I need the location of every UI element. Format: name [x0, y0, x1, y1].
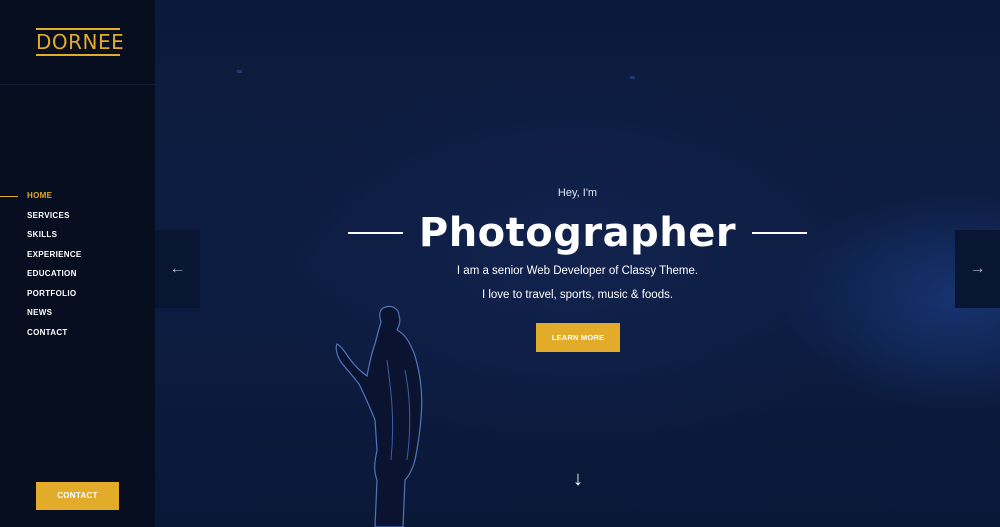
active-indicator [0, 195, 18, 197]
nav-item-portfolio[interactable]: PORTFOLIO [0, 286, 155, 306]
nav-item-skills[interactable]: SKILLS [0, 227, 155, 247]
main-nav: HOME SERVICES SKILLS EXPERIENCE EDUCATIO… [0, 188, 155, 344]
nav-item-label: CONTACT [27, 327, 68, 337]
title-decor-line-left [347, 232, 403, 234]
nav-item-home[interactable]: HOME [0, 188, 155, 208]
background-speck [630, 76, 635, 79]
hero-title: Photographer [418, 210, 737, 256]
title-decor-line-right [752, 232, 808, 234]
nav-item-label: PORTFOLIO [27, 288, 77, 298]
scroll-down-icon[interactable]: ↓ [566, 468, 590, 494]
hero-section: ← → Hey, I'm Photographer I am a senior … [155, 0, 1000, 527]
nav-item-contact[interactable]: CONTACT [0, 325, 155, 345]
nav-item-services[interactable]: SERVICES [0, 208, 155, 228]
nav-item-label: EXPERIENCE [27, 249, 82, 259]
nav-item-label: EDUCATION [27, 269, 77, 278]
hero-description-line-2: I love to travel, sports, music & foods. [481, 289, 674, 301]
nav-item-education[interactable]: EDUCATION [0, 266, 155, 286]
nav-item-news[interactable]: NEWS [0, 305, 155, 325]
background-speck [237, 70, 242, 73]
sidebar: DORNEE HOME SERVICES SKILLS EXPERIENCE E… [0, 0, 155, 527]
logo[interactable]: DORNEE [36, 28, 124, 56]
sidebar-divider [0, 84, 155, 85]
nav-item-label: HOME [27, 191, 53, 200]
hero-title-row: Photographer [155, 208, 1000, 258]
learn-more-button[interactable]: LEARN MORE [536, 323, 620, 352]
hero-greeting: Hey, I'm [557, 187, 598, 199]
nav-item-label: SERVICES [27, 210, 70, 220]
photographer-silhouette-image [335, 305, 423, 527]
contact-button[interactable]: CONTACT [36, 482, 119, 510]
nav-item-experience[interactable]: EXPERIENCE [0, 247, 155, 267]
nav-item-label: NEWS [27, 308, 53, 317]
nav-item-label: SKILLS [27, 230, 58, 239]
hero-description-line-1: I am a senior Web Developer of Classy Th… [456, 265, 699, 277]
